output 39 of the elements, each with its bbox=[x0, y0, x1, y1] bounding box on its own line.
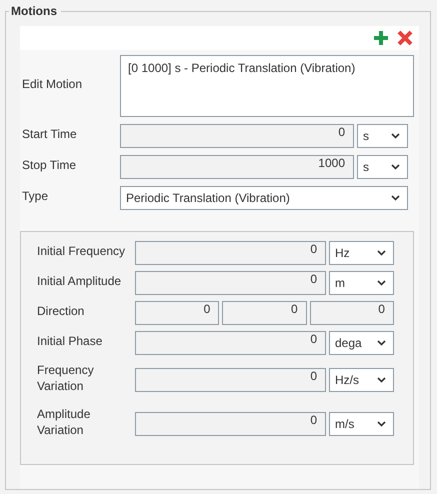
chevron-icon bbox=[391, 195, 400, 201]
unit-dropdown[interactable]: Hz/s bbox=[329, 368, 394, 392]
field-label: Initial Frequency bbox=[37, 243, 126, 259]
unit-dropdown[interactable]: dega bbox=[329, 331, 394, 355]
field-label: Stop Time bbox=[22, 157, 78, 173]
number-field[interactable]: 0 bbox=[310, 301, 394, 325]
field-label: Edit Motion bbox=[22, 76, 84, 92]
unit-dropdown[interactable]: m/s bbox=[329, 412, 394, 436]
number-field[interactable]: 0 bbox=[135, 241, 326, 265]
add-icon[interactable] bbox=[373, 30, 389, 46]
chevron-icon bbox=[377, 340, 386, 346]
unit-dropdown[interactable]: Hz bbox=[329, 241, 394, 265]
number-field[interactable]: 0 bbox=[135, 331, 326, 355]
number-field[interactable]: 0 bbox=[135, 368, 326, 392]
field-label: Type bbox=[22, 188, 50, 204]
number-field[interactable]: 0 bbox=[222, 301, 307, 325]
field-label: Direction bbox=[37, 303, 86, 319]
delete-icon[interactable] bbox=[397, 30, 413, 46]
field-label: Amplitude Variation bbox=[37, 406, 92, 438]
field-label: Start Time bbox=[22, 126, 78, 142]
field-label: Initial Amplitude bbox=[37, 273, 122, 289]
motion-list-item[interactable]: [0 1000] s - Periodic Translation (Vibration) bbox=[128, 60, 406, 76]
chevron-icon bbox=[377, 421, 386, 427]
unit-dropdown[interactable]: s bbox=[357, 124, 408, 148]
chevron-icon bbox=[377, 250, 386, 256]
chevron-icon bbox=[377, 280, 386, 286]
chevron-icon bbox=[391, 133, 400, 139]
type-dropdown[interactable]: Periodic Translation (Vibration) bbox=[120, 186, 408, 210]
number-field[interactable]: 1000 bbox=[120, 155, 354, 179]
unit-dropdown[interactable]: m bbox=[329, 271, 394, 295]
chevron-icon bbox=[391, 164, 400, 170]
field-label: Initial Phase bbox=[37, 333, 104, 349]
chevron-icon bbox=[377, 377, 386, 383]
field-label: Frequency Variation bbox=[37, 362, 95, 394]
unit-dropdown[interactable]: s bbox=[357, 155, 408, 179]
number-field[interactable]: 0 bbox=[135, 412, 326, 436]
number-field[interactable]: 0 bbox=[120, 124, 354, 148]
number-field[interactable]: 0 bbox=[135, 301, 220, 325]
number-field[interactable]: 0 bbox=[135, 271, 326, 295]
